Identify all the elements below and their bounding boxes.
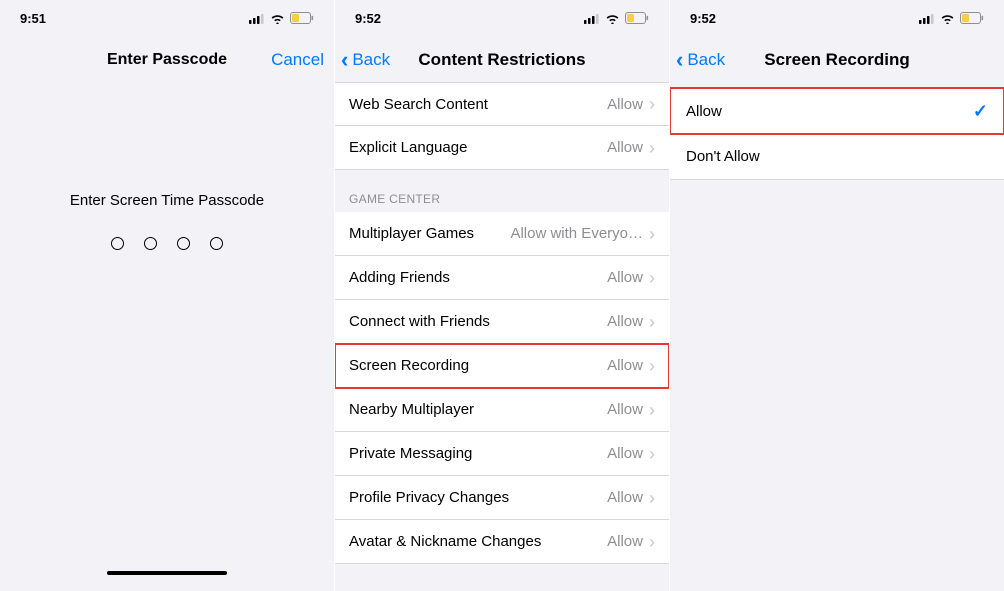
option-row-allow[interactable]: Allow✓ xyxy=(670,88,1004,134)
battery-icon xyxy=(625,12,649,24)
row-value: Allow with Everyo… xyxy=(510,225,643,242)
status-bar: 9:51 xyxy=(0,8,334,28)
nav-bar: ‹ Back Screen Recording xyxy=(670,38,1004,82)
passcode-dot xyxy=(111,237,124,250)
back-label: Back xyxy=(687,50,725,70)
cellular-icon xyxy=(249,13,265,24)
settings-row-screen-recording[interactable]: Screen Recording Allow › xyxy=(335,344,669,388)
row-value: Allow xyxy=(607,313,643,330)
chevron-right-icon: › xyxy=(649,139,655,157)
settings-row[interactable]: Explicit Language Allow › xyxy=(335,126,669,170)
phone-screen-recording: 9:52 ‹ Back Screen Recording Allow✓ Don't… xyxy=(670,0,1004,591)
row-label: Avatar & Nickname Changes xyxy=(349,533,599,550)
cancel-button[interactable]: Cancel xyxy=(271,50,324,70)
chevron-back-icon: ‹ xyxy=(676,49,683,71)
row-value: Allow xyxy=(607,533,643,550)
row-label: Allow xyxy=(686,103,973,120)
row-label: Private Messaging xyxy=(349,445,599,462)
home-indicator[interactable] xyxy=(107,571,227,575)
status-time: 9:51 xyxy=(20,11,46,26)
chevron-right-icon: › xyxy=(649,489,655,507)
option-row-dont-allow[interactable]: Don't Allow xyxy=(670,134,1004,180)
chevron-right-icon: › xyxy=(649,313,655,331)
passcode-body: Enter Screen Time Passcode xyxy=(0,82,334,250)
settings-row[interactable]: Adding Friends Allow › xyxy=(335,256,669,300)
row-value: Allow xyxy=(607,357,643,374)
settings-row[interactable]: Multiplayer Games Allow with Everyo… › xyxy=(335,212,669,256)
row-value: Allow xyxy=(607,139,643,156)
chevron-right-icon: › xyxy=(649,445,655,463)
passcode-prompt: Enter Screen Time Passcode xyxy=(0,192,334,209)
passcode-dot xyxy=(210,237,223,250)
status-time: 9:52 xyxy=(690,11,716,26)
row-label: Adding Friends xyxy=(349,269,599,286)
phone-content-restrictions: 9:52 ‹ Back Content Restrictions Web Sea… xyxy=(335,0,669,591)
chevron-right-icon: › xyxy=(649,225,655,243)
passcode-dot xyxy=(144,237,157,250)
settings-row[interactable]: Nearby Multiplayer Allow › xyxy=(335,388,669,432)
section-header-game-center: GAME CENTER xyxy=(335,170,669,212)
settings-row[interactable]: Profile Privacy Changes Allow › xyxy=(335,476,669,520)
row-value: Allow xyxy=(607,269,643,286)
row-value: Allow xyxy=(607,445,643,462)
status-bar: 9:52 xyxy=(670,8,1004,28)
wifi-icon xyxy=(940,13,955,24)
status-right-icons xyxy=(249,12,314,24)
row-label: Connect with Friends xyxy=(349,313,599,330)
chevron-right-icon: › xyxy=(649,95,655,113)
checkmark-icon: ✓ xyxy=(973,101,988,122)
battery-icon xyxy=(960,12,984,24)
row-value: Allow xyxy=(607,401,643,418)
cellular-icon xyxy=(584,13,600,24)
back-button[interactable]: ‹ Back xyxy=(341,49,390,71)
status-right-icons xyxy=(919,12,984,24)
back-button[interactable]: ‹ Back xyxy=(676,49,725,71)
row-value: Allow xyxy=(607,489,643,506)
row-label: Multiplayer Games xyxy=(349,225,502,242)
battery-icon xyxy=(290,12,314,24)
content-list: Web Search ContentAllow›Explicit Languag… xyxy=(335,82,669,564)
row-label: Don't Allow xyxy=(686,148,988,165)
nav-bar: Enter Passcode Cancel xyxy=(0,38,334,82)
passcode-dots[interactable] xyxy=(0,237,334,250)
phone-passcode-screen: 9:51 Enter Passcode Cancel Enter Screen … xyxy=(0,0,334,591)
row-label: Profile Privacy Changes xyxy=(349,489,599,506)
status-time: 9:52 xyxy=(355,11,381,26)
row-value: Allow xyxy=(607,96,643,113)
status-right-icons xyxy=(584,12,649,24)
settings-row[interactable]: Private Messaging Allow › xyxy=(335,432,669,476)
options-list: Allow✓ Don't Allow xyxy=(670,88,1004,180)
row-label: Nearby Multiplayer xyxy=(349,401,599,418)
wifi-icon xyxy=(270,13,285,24)
chevron-right-icon: › xyxy=(649,357,655,375)
chevron-right-icon: › xyxy=(649,533,655,551)
settings-row[interactable]: Avatar & Nickname Changes Allow › xyxy=(335,520,669,564)
back-label: Back xyxy=(352,50,390,70)
row-label: Explicit Language xyxy=(349,139,599,156)
nav-bar: ‹ Back Content Restrictions xyxy=(335,38,669,82)
chevron-right-icon: › xyxy=(649,269,655,287)
row-label: Web Search Content xyxy=(349,96,599,113)
chevron-right-icon: › xyxy=(649,401,655,419)
settings-row[interactable]: Web Search Content Allow › xyxy=(335,82,669,126)
settings-row[interactable]: Connect with Friends Allow › xyxy=(335,300,669,344)
passcode-dot xyxy=(177,237,190,250)
row-label: Screen Recording xyxy=(349,357,599,374)
cellular-icon xyxy=(919,13,935,24)
wifi-icon xyxy=(605,13,620,24)
chevron-back-icon: ‹ xyxy=(341,49,348,71)
status-bar: 9:52 xyxy=(335,8,669,28)
